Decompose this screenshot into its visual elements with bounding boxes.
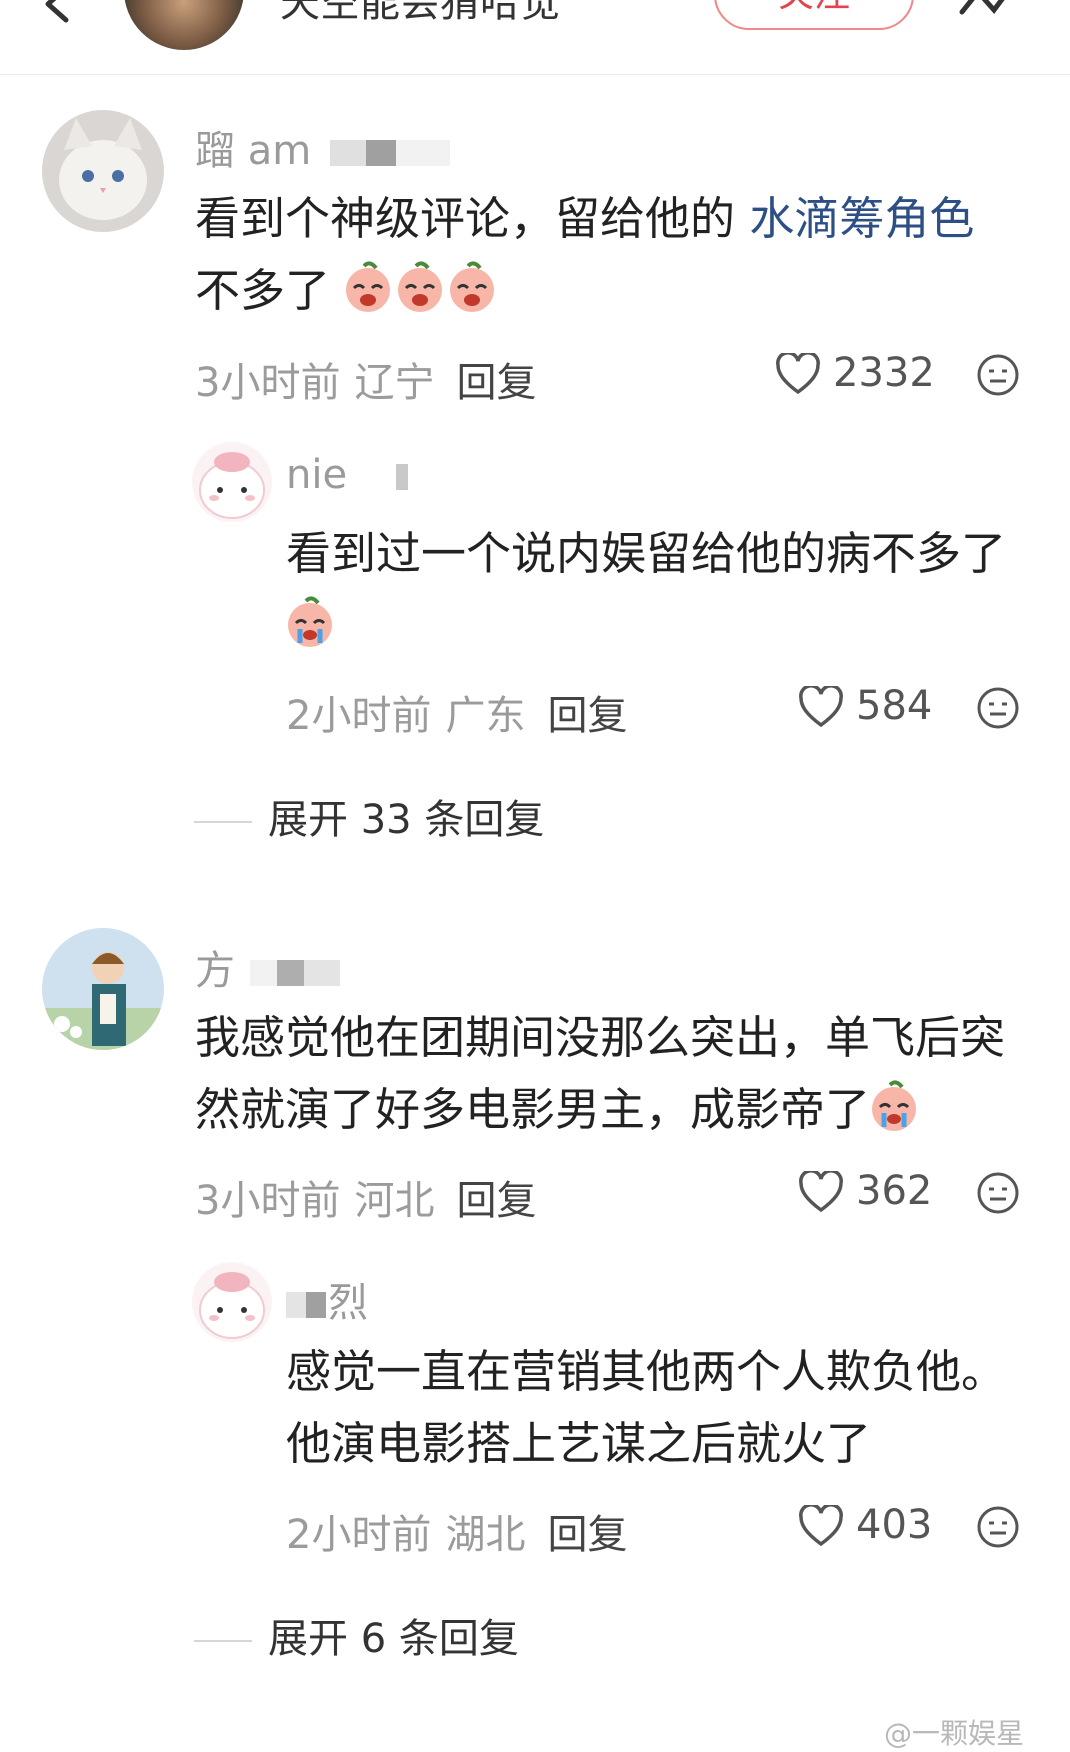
reply-button[interactable]: 回复 xyxy=(456,1178,536,1224)
comment-location: 河北 xyxy=(354,1178,435,1224)
comment-username[interactable]: 方 xyxy=(195,938,340,996)
like-count: 362 xyxy=(856,1168,933,1214)
heart-icon xyxy=(799,1503,843,1547)
like-button[interactable]: 362 xyxy=(798,1168,932,1214)
comment-text: 我感觉他在团期间没那么突出，单飞后突然就演了好多电影男主，成影帝了 xyxy=(195,1002,1045,1146)
expand-replies-button[interactable]: 展开 6 条回复 xyxy=(194,1606,519,1664)
comment-item: 方 我感觉他在团期间没那么突出，单飞后突然就演了好多电影男主，成影帝了 3小时前… xyxy=(0,0,1070,1700)
username-text: 方 xyxy=(195,948,235,994)
reply-username[interactable]: 烈 xyxy=(286,1270,368,1328)
emoji-reaction-icon[interactable] xyxy=(976,1505,1020,1549)
heart-icon xyxy=(799,1169,843,1213)
username-text: 烈 xyxy=(328,1280,368,1326)
avatar[interactable] xyxy=(192,1262,272,1342)
comment-meta: 3小时前 河北 回复 xyxy=(195,1168,536,1226)
reply-meta: 2小时前 湖北 回复 xyxy=(286,1502,627,1560)
like-button[interactable]: 403 xyxy=(798,1502,932,1548)
reply-time: 2小时前 xyxy=(286,1512,432,1558)
reply-location: 湖北 xyxy=(445,1512,526,1558)
username-mosaic xyxy=(286,1292,326,1318)
reply-button[interactable]: 回复 xyxy=(547,1512,627,1558)
like-count: 403 xyxy=(856,1502,933,1548)
watermark: @一颗娱星 xyxy=(884,1717,1025,1750)
divider-line xyxy=(194,1640,252,1642)
expand-label: 展开 6 条回复 xyxy=(268,1616,519,1662)
comment-time: 3小时前 xyxy=(195,1178,341,1224)
reply-text-content: 感觉一直在营销其他两个人欺负他。他演电影搭上艺谋之后就火了 xyxy=(286,1345,1007,1470)
username-mosaic xyxy=(249,960,340,986)
emoji-reaction-icon[interactable] xyxy=(976,1171,1020,1215)
avatar[interactable] xyxy=(42,928,164,1050)
reply-text: 感觉一直在营销其他两个人欺负他。他演电影搭上艺谋之后就火了 xyxy=(286,1336,1046,1480)
crying-emoji-icon xyxy=(870,1079,918,1133)
